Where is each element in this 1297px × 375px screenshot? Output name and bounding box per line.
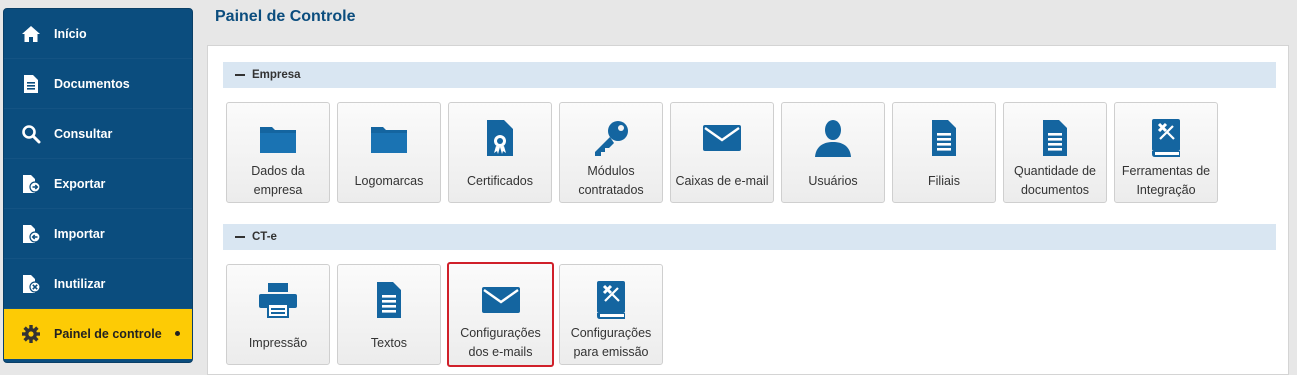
- tile-usuarios[interactable]: Usuários: [781, 102, 885, 203]
- search-icon: [20, 123, 42, 145]
- tools-book-icon: [560, 279, 662, 321]
- envelope-icon: [671, 117, 773, 159]
- sidebar-item-label: Painel de controle: [54, 326, 162, 341]
- tile-label: Caixas de e-mail: [675, 173, 769, 188]
- tile-label: Configurações para emissão: [570, 326, 652, 359]
- tile-label: Configurações dos e-mails: [460, 326, 541, 359]
- gear-icon: [20, 323, 42, 345]
- document-icon: [893, 117, 995, 159]
- tools-book-icon: [1115, 117, 1217, 159]
- sidebar-item-label: Importar: [54, 226, 105, 241]
- active-indicator: [175, 331, 180, 336]
- export-icon: [20, 173, 42, 195]
- folder-icon: [338, 117, 440, 159]
- tile-modulos-contratados[interactable]: Módulos contratados: [559, 102, 663, 203]
- folder-icon: [227, 117, 329, 159]
- tile-filiais[interactable]: Filiais: [892, 102, 996, 203]
- tile-logomarcas[interactable]: Logomarcas: [337, 102, 441, 203]
- sidebar-item-label: Documentos: [54, 76, 130, 91]
- sidebar-item-exportar[interactable]: Exportar: [4, 159, 192, 209]
- home-icon: [20, 23, 42, 45]
- section-header-empresa[interactable]: Empresa: [223, 62, 1276, 88]
- sidebar-item-inicio[interactable]: Início: [4, 9, 192, 59]
- collapse-icon: [235, 236, 245, 238]
- section-title: CT-e: [252, 231, 277, 243]
- sidebar-item-label: Início: [54, 26, 87, 41]
- tile-dados-da-empresa[interactable]: Dados da empresa: [226, 102, 330, 203]
- tile-label: Impressão: [248, 335, 308, 350]
- sidebar-item-label: Consultar: [54, 126, 113, 141]
- tile-label: Módulos contratados: [578, 164, 644, 197]
- page-title: Painel de Controle: [215, 8, 356, 25]
- sidebar-item-inutilizar[interactable]: Inutilizar: [4, 259, 192, 309]
- envelope-icon: [449, 279, 552, 321]
- void-document-icon: [20, 273, 42, 295]
- tile-label: Textos: [370, 335, 408, 350]
- document-icon: [20, 73, 42, 95]
- tile-caixas-de-email[interactable]: Caixas de e-mail: [670, 102, 774, 203]
- tile-label: Ferramentas de Integração: [1121, 164, 1211, 197]
- tile-certificados[interactable]: Certificados: [448, 102, 552, 203]
- tile-label: Filiais: [928, 173, 960, 188]
- key-icon: [560, 117, 662, 159]
- sidebar-item-label: Inutilizar: [54, 276, 106, 291]
- tile-label: Logomarcas: [354, 173, 424, 188]
- document-icon: [338, 279, 440, 321]
- tile-label: Quantidade de documentos: [1013, 164, 1096, 197]
- control-panel: Empresa Dados da empresa Logomarcas Cert…: [207, 45, 1289, 375]
- user-icon: [782, 117, 884, 159]
- tile-label: Certificados: [467, 173, 533, 188]
- tile-label: Dados da empresa: [251, 164, 305, 197]
- tile-quantidade-de-documentos[interactable]: Quantidade de documentos: [1003, 102, 1107, 203]
- certificate-icon: [449, 117, 551, 159]
- section-title: Empresa: [252, 69, 301, 81]
- sidebar-item-label: Exportar: [54, 176, 106, 191]
- import-icon: [20, 223, 42, 245]
- tile-label: Usuários: [808, 173, 858, 188]
- section-header-cte[interactable]: CT-e: [223, 224, 1276, 250]
- tile-impressao[interactable]: Impressão: [226, 264, 330, 365]
- sidebar-item-painel-de-controle[interactable]: Painel de controle: [4, 309, 192, 359]
- sidebar-item-importar[interactable]: Importar: [4, 209, 192, 259]
- sidebar-item-documentos[interactable]: Documentos: [4, 59, 192, 109]
- printer-icon: [227, 279, 329, 321]
- sidebar: Início Documentos Consultar Exportar Imp…: [3, 8, 193, 363]
- sidebar-item-consultar[interactable]: Consultar: [4, 109, 192, 159]
- tile-configuracoes-dos-emails[interactable]: Configurações dos e-mails: [447, 262, 554, 367]
- tile-configuracoes-para-emissao[interactable]: Configurações para emissão: [559, 264, 663, 365]
- tile-textos[interactable]: Textos: [337, 264, 441, 365]
- collapse-icon: [235, 74, 245, 76]
- document-icon: [1004, 117, 1106, 159]
- tile-ferramentas-de-integracao[interactable]: Ferramentas de Integração: [1114, 102, 1218, 203]
